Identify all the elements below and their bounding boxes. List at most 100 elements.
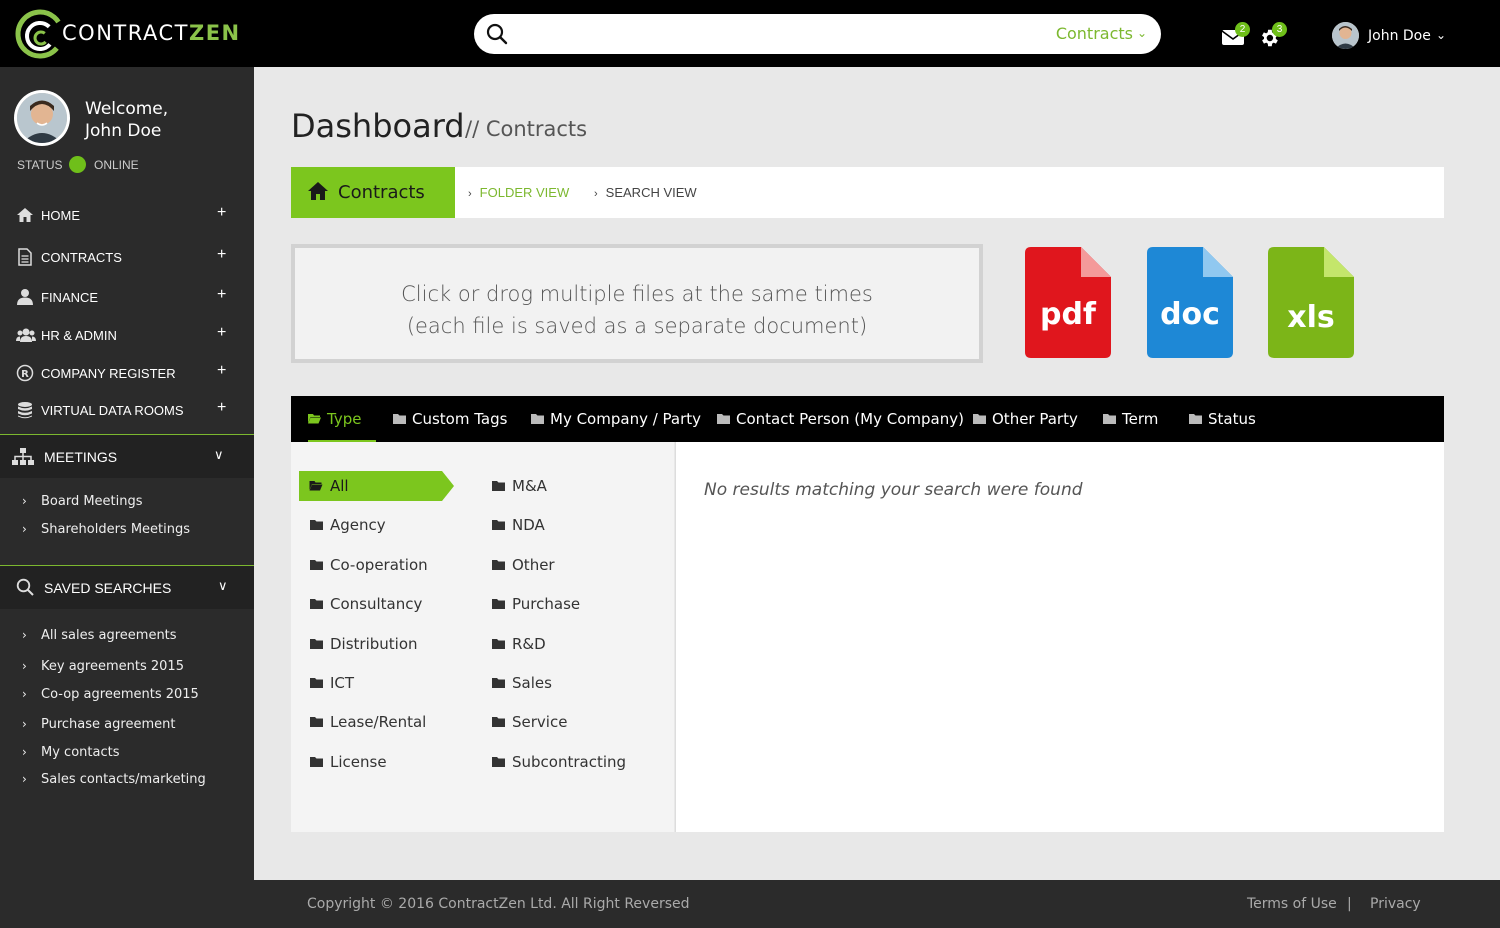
xls-file-icon[interactable]: xls [1268,247,1354,358]
document-icon [18,248,32,266]
user-name: John Doe [1368,28,1431,44]
status-label: STATUS [17,158,63,172]
folder-icon [1189,414,1202,424]
saved-search-item[interactable]: › Sales contacts/marketing [0,768,254,794]
dropzone-subtext: (each file is saved as a separate docume… [406,314,868,338]
results-panel: No results matching your search were fou… [675,442,1444,832]
chevron-down-icon[interactable]: ⌄ [1436,28,1446,42]
privacy-link[interactable]: Privacy [1370,896,1421,912]
sub-item-label: My contacts [41,745,120,760]
folder-icon [492,520,505,531]
folder-icon [310,678,323,688]
type-label: Service [512,713,568,732]
search-bar: Contracts ⌄ [474,14,1161,54]
chevron-down-icon[interactable]: ⌄ [1137,26,1147,40]
filter-label: My Company / Party [550,410,702,428]
pdf-file-icon[interactable]: pdf [1025,247,1111,358]
sub-item-label: Key agreements 2015 [41,659,184,674]
chevron-right-icon: › [22,628,27,642]
avatar [1332,22,1359,49]
folder-icon [310,520,323,531]
saved-search-item[interactable]: › My contacts [0,741,254,767]
folder-icon [973,414,986,424]
folder-icon [393,414,406,424]
home-icon [17,208,33,222]
saved-search-item[interactable]: › Key agreements 2015 [0,655,254,681]
doc-file-icon[interactable]: doc [1147,247,1233,358]
footer: Copyright © 2016 ContractZen Ltd. All Ri… [0,880,1500,928]
page-title: Dashboard [291,107,465,145]
saved-search-item[interactable]: › All sales agreements [0,624,254,650]
sub-item-shareholders-meetings[interactable]: › Shareholders Meetings [0,518,254,544]
logo-icon[interactable] [14,8,62,60]
chevron-right-icon: › [22,772,27,786]
plus-icon[interactable]: + [217,286,226,304]
tab-search-view[interactable]: › SEARCH VIEW [594,185,697,200]
tab-label: FOLDER VIEW [479,185,570,200]
chevron-right-icon: › [594,188,598,200]
folder-icon [717,414,730,424]
nav-item-contracts[interactable]: CONTRACTS + [0,241,254,275]
folder-open-icon [308,414,321,424]
folder-icon [492,678,505,688]
welcome-message: Welcome, John Doe [85,98,168,142]
sub-item-label: Sales contacts/marketing [41,772,206,787]
search-input[interactable] [518,20,1058,48]
nav-item-virtual-data-rooms[interactable]: VIRTUAL DATA ROOMS + [0,394,254,428]
nav-label: HR & ADMIN [41,328,117,343]
folder-icon [310,756,323,767]
saved-search-item[interactable]: › Purchase agreement [0,713,254,739]
terms-of-use-link[interactable]: Terms of Use [1247,896,1337,912]
no-results-message: No results matching your search were fou… [704,480,1083,500]
nav-item-finance[interactable]: FINANCE + [0,281,254,315]
file-type-label: doc [1160,297,1220,332]
status-value: ONLINE [94,158,139,172]
folder-icon [310,717,323,728]
chevron-right-icon: › [22,745,27,759]
plus-icon[interactable]: + [217,246,226,264]
chevron-down-icon[interactable]: ∨ [218,578,228,594]
copyright-text: Copyright © 2016 ContractZen Ltd. All Ri… [307,896,690,912]
chevron-right-icon: › [22,522,27,536]
chevron-down-icon[interactable]: ∨ [214,447,224,463]
type-label: Subcontracting [512,752,627,771]
file-dropzone[interactable]: Click or drog multiple files at the same… [291,244,983,363]
filter-label: Type [327,410,362,428]
plus-icon[interactable]: + [217,204,226,222]
tab-contracts[interactable]: Contracts [291,167,455,218]
search-icon[interactable] [486,23,508,45]
type-item-all[interactable]: All [299,471,454,501]
nav-item-company-register[interactable]: R COMPANY REGISTER + [0,357,254,391]
plus-icon[interactable]: + [217,362,226,380]
plus-icon[interactable]: + [217,324,226,342]
tab-folder-view[interactable]: › FOLDER VIEW [468,185,569,200]
logo-text[interactable]: CONTRACTZEN [62,21,241,45]
search-scope-select[interactable]: Contracts [1056,24,1133,43]
meetings-section-header[interactable]: MEETINGS ∨ [0,434,254,478]
tab-label: Contracts [338,182,425,203]
filter-label: Contact Person (My Company) [736,410,964,428]
folder-icon [492,559,505,570]
chevron-right-icon: › [22,717,27,731]
nav-item-home[interactable]: HOME + [0,199,254,233]
search-icon [16,578,34,596]
folder-icon [1103,414,1116,424]
filter-tab-type[interactable]: Type [308,396,376,442]
filter-label: Term [1122,410,1159,428]
user-icon [17,289,33,305]
type-label: M&A [512,477,547,495]
database-icon [18,402,32,419]
sub-item-board-meetings[interactable]: › Board Meetings [0,490,254,516]
sub-item-label: Purchase agreement [41,717,176,732]
type-label: R&D [512,634,546,653]
saved-search-item[interactable]: › Co-op agreements 2015 [0,683,254,709]
plus-icon[interactable]: + [217,399,226,417]
type-label: Distribution [330,634,418,653]
users-icon [16,328,36,342]
dropzone-text: Click or drog multiple files at the same… [401,282,873,306]
saved-searches-section-header[interactable]: SAVED SEARCHES ∨ [0,565,254,609]
footer-separator: | [1347,896,1352,912]
filter-tabs: Type Custom Tags My Company / Party Cont… [291,396,1444,442]
nav-item-hr-admin[interactable]: HR & ADMIN + [0,319,254,353]
nav-label: CONTRACTS [41,250,122,265]
